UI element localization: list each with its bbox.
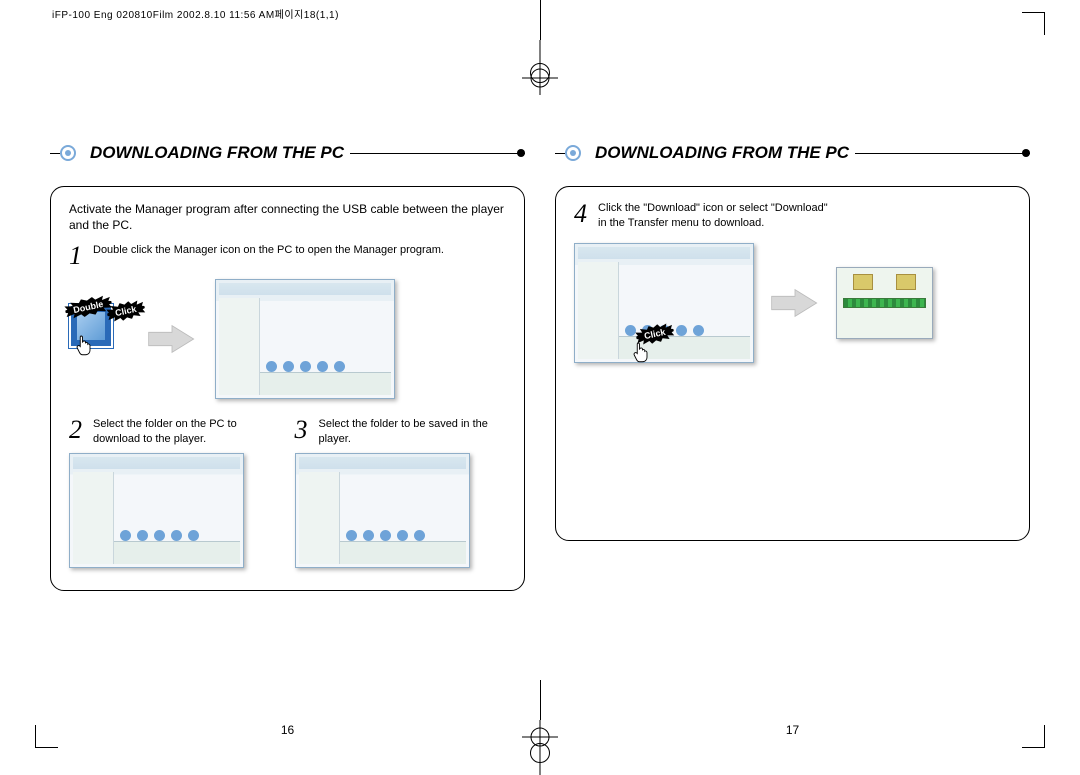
crop-mark-corner [1022, 725, 1045, 748]
heading-bullet-icon [565, 145, 581, 161]
transfer-dialog [836, 267, 933, 339]
hand-cursor-icon [75, 334, 93, 356]
content-box: Activate the Manager program after conne… [50, 186, 525, 591]
page-number: 16 [281, 723, 294, 737]
step-text: Click the "Download" icon or select "Dow… [598, 201, 828, 231]
manager-desktop-icon: Double Click [69, 304, 129, 374]
intro-text: Activate the Manager program after conne… [69, 201, 506, 233]
step-3: 3 Select the folder to be saved in the p… [295, 417, 507, 447]
heading-bullet-icon [60, 145, 76, 161]
heading-title: DOWNLOADING FROM THE PC [595, 143, 849, 163]
step-2: 2 Select the folder on the PC to downloa… [69, 417, 281, 447]
step-number: 4 [574, 201, 592, 227]
step-text: Select the folder to be saved in the pla… [319, 417, 507, 447]
crop-mark-corner [35, 725, 58, 748]
arrow-right-icon [147, 319, 197, 359]
hand-cursor-icon [632, 341, 650, 363]
app-screenshot [574, 243, 754, 363]
content-box: 4 Click the "Download" icon or select "D… [555, 186, 1030, 541]
step-text: Select the folder on the PC to download … [93, 417, 281, 447]
arrow-right-icon [770, 283, 820, 323]
step-4: 4 Click the "Download" icon or select "D… [574, 201, 1011, 231]
section-heading: DOWNLOADING FROM THE PC [50, 138, 525, 168]
app-screenshot [69, 453, 244, 568]
step-1: 1 Double click the Manager icon on the P… [69, 243, 506, 269]
page-left: DOWNLOADING FROM THE PC Activate the Man… [50, 28, 525, 703]
step-number: 1 [69, 243, 87, 269]
doc-header-meta: iFP-100 Eng 020810Film 2002.8.10 11:56 A… [52, 6, 339, 21]
step-number: 3 [295, 417, 313, 443]
app-screenshot [295, 453, 470, 568]
app-screenshot [215, 279, 395, 399]
step-text: Double click the Manager icon on the PC … [93, 243, 444, 258]
step-number: 2 [69, 417, 87, 443]
page-right: DOWNLOADING FROM THE PC 4 Click the "Dow… [555, 28, 1030, 703]
section-heading: DOWNLOADING FROM THE PC [555, 138, 1030, 168]
page-number: 17 [786, 723, 799, 737]
heading-title: DOWNLOADING FROM THE PC [90, 143, 344, 163]
